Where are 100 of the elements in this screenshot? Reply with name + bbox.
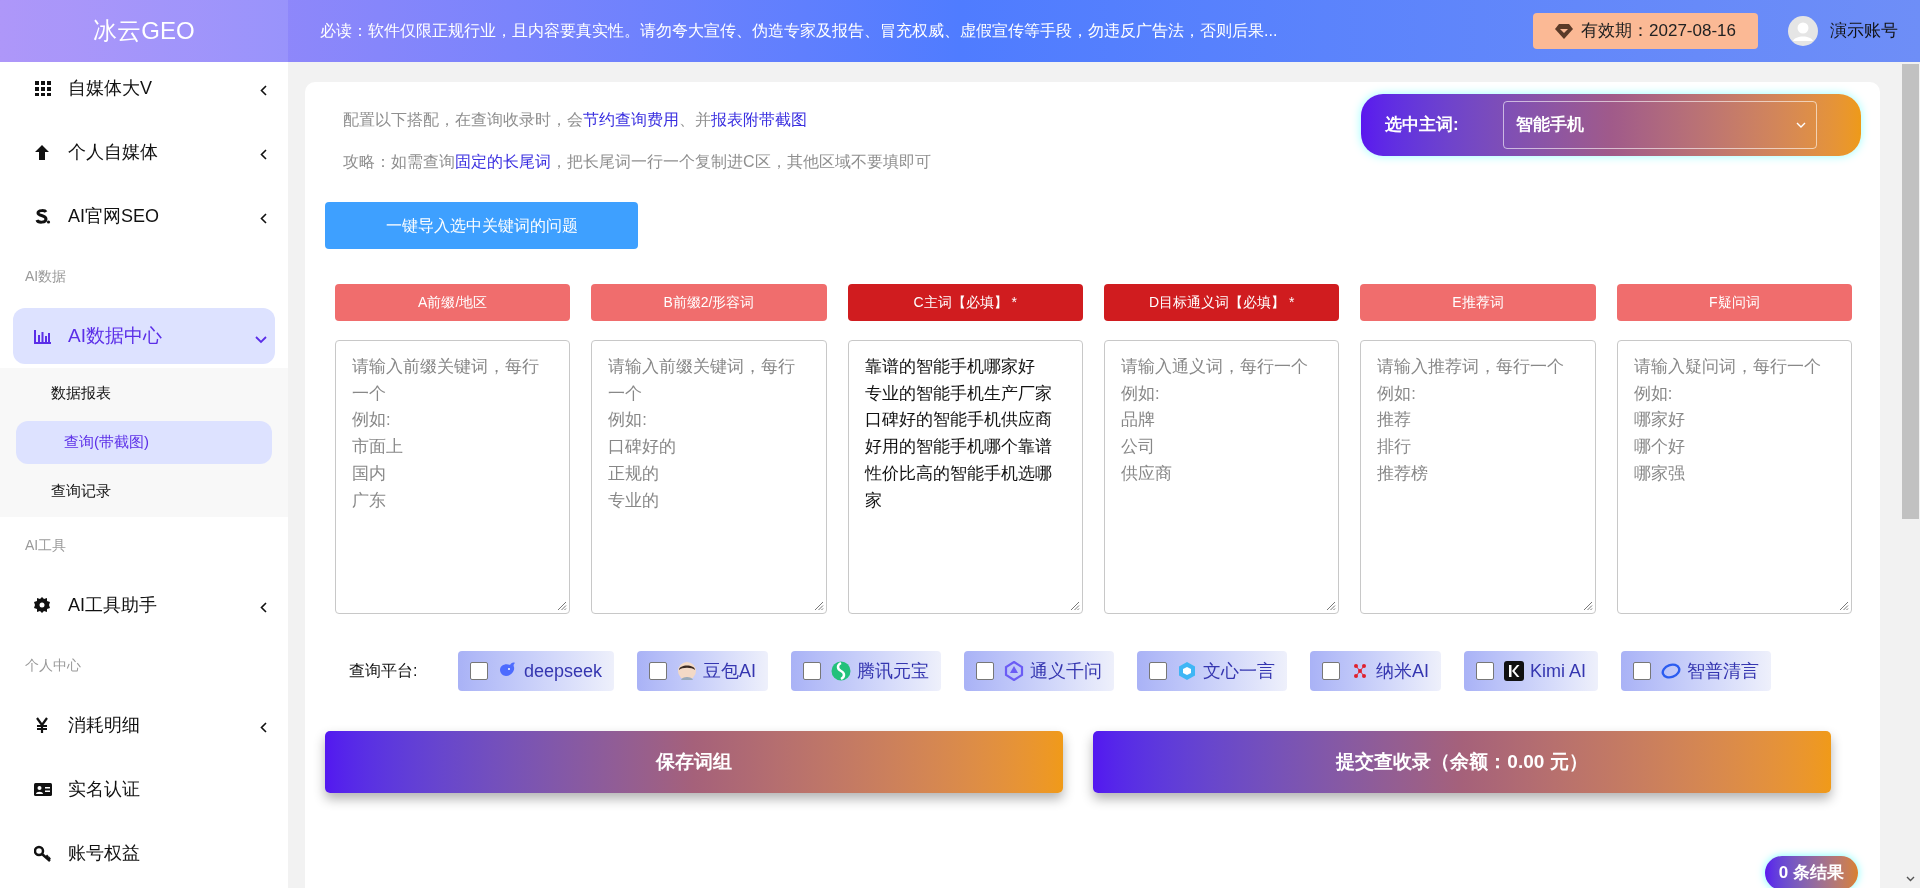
checkbox[interactable] xyxy=(649,662,668,680)
entry-text: 专业的智能手机生产厂家 xyxy=(864,382,1053,404)
checkbox[interactable] xyxy=(803,662,822,680)
placeholder-text: 例如: xyxy=(1633,382,1674,404)
text-link[interactable]: 报表附带截图 xyxy=(711,111,807,128)
resize-handle-icon xyxy=(1326,601,1337,611)
placeholder-text: 国内 xyxy=(352,462,387,484)
checkbox[interactable] xyxy=(1633,662,1652,680)
text-input-area[interactable]: 请输入疑问词，每行一个 例如: 哪家好 哪个好 哪家强 xyxy=(1616,340,1852,614)
grid-icon xyxy=(34,79,52,97)
submit-button[interactable]: 提交查收录（余额：0.00 元） xyxy=(1093,731,1831,793)
avatar-icon xyxy=(677,661,698,681)
chevron-left-icon xyxy=(260,601,267,613)
text-input-area[interactable]: 请输入推荐词，每行一个 例如: 推荐 排行 推荐榜 xyxy=(1360,340,1596,614)
placeholder-text: 请输入推荐词，每行一个 xyxy=(1377,356,1566,377)
entry-text: 靠谱的智能手机哪家好 xyxy=(864,356,1036,377)
chevron-left-icon xyxy=(260,148,267,160)
platform-option[interactable]: 腾讯元宝 xyxy=(791,651,942,691)
placeholder-text: 推荐 xyxy=(1377,409,1413,431)
section-heading: AI工具 xyxy=(24,535,68,555)
checkbox[interactable] xyxy=(470,662,488,680)
placeholder-text: 哪个好 xyxy=(1633,436,1686,458)
placeholder-text: 例如: xyxy=(608,409,648,431)
submenu-item[interactable]: 查询记录 xyxy=(16,470,272,513)
expiry-badge: 有效期：2027-08-16 xyxy=(1533,13,1758,49)
platform-option[interactable]: 文心一言 xyxy=(1137,651,1288,691)
sidebar-item[interactable]: 账号权益 xyxy=(13,825,275,881)
key-icon xyxy=(34,844,52,862)
placeholder-text: 品牌 xyxy=(1121,409,1156,431)
platform-option[interactable]: 通义千问 xyxy=(964,651,1115,691)
placeholder-text: 口碑好的 xyxy=(608,436,678,458)
platform-option[interactable]: 纳米AI xyxy=(1310,651,1442,691)
checkbox[interactable] xyxy=(1149,662,1168,680)
entry-text: 性价比高的智能手机选哪家 xyxy=(864,462,1053,511)
keyword-dropdown[interactable]: 智能手机 xyxy=(1503,101,1817,149)
placeholder-text: 推荐榜 xyxy=(1377,462,1430,484)
sidebar-item[interactable]: 自媒体大V xyxy=(13,62,275,116)
gear-icon xyxy=(34,596,52,614)
arrow-up-icon xyxy=(34,143,52,161)
placeholder-text: 哪家好 xyxy=(1633,409,1686,431)
platform-option[interactable]: deepseek xyxy=(458,651,615,691)
sidebar-item[interactable]: AI数据中心 xyxy=(13,308,275,364)
scroll-down-icon xyxy=(1905,876,1915,882)
sidebar-item[interactable]: 实名认证 xyxy=(13,761,275,817)
sidebar-item[interactable]: AI官网SEO xyxy=(13,188,275,244)
checkbox[interactable] xyxy=(1476,662,1495,680)
cube-icon xyxy=(1177,661,1198,681)
sidebar-item[interactable]: 个人自媒体 xyxy=(13,124,275,180)
placeholder-text: 公司 xyxy=(1121,436,1156,458)
resize-handle-icon xyxy=(1070,601,1080,611)
column-header: E推荐词 xyxy=(1360,284,1596,321)
placeholder-text: 排行 xyxy=(1377,436,1413,458)
placeholder-text: 正规的 xyxy=(608,462,661,484)
avatar-icon xyxy=(1788,16,1818,46)
placeholder-text: 供应商 xyxy=(1121,462,1173,484)
s-logo-icon xyxy=(34,207,52,225)
sidebar-item[interactable]: AI工具助手 xyxy=(13,577,275,633)
chevron-down-icon xyxy=(1796,122,1806,128)
diamond-icon xyxy=(1555,23,1574,39)
placeholder-text: 请输入前缀关键词，每行一个 xyxy=(608,356,797,404)
star-hexagon-icon xyxy=(1004,661,1025,681)
placeholder-text: 请输入疑问词，每行一个 xyxy=(1633,356,1822,377)
column-header: C主词【必填】 * xyxy=(847,284,1083,321)
entry-text: 好用的智能手机哪个靠谱 xyxy=(864,436,1053,458)
text-input-area[interactable]: 请输入前缀关键词，每行一个 例如: 口碑好的 正规的 专业的 xyxy=(591,340,827,614)
submenu-item[interactable]: 查询(带截图) xyxy=(16,421,272,464)
placeholder-text: 专业的 xyxy=(608,489,661,511)
platform-label: 查询平台: xyxy=(349,661,419,681)
placeholder-text: 请输入前缀关键词，每行一个 xyxy=(352,356,540,404)
resize-handle-icon xyxy=(1839,601,1849,611)
text-input-area[interactable]: 请输入通义词，每行一个 例如: 品牌 公司 供应商 xyxy=(1104,340,1340,614)
checkbox[interactable] xyxy=(1322,662,1341,680)
id-card-icon xyxy=(34,780,52,798)
notice-text: 必读：软件仅限正规行业，且内容要真实性。请勿夸大宣传、伪造专家及报告、冒充权威、虚假宣传等手段，勿违反广告法，否则后果... xyxy=(320,21,1278,41)
platform-option[interactable]: 智普清言 xyxy=(1621,651,1772,691)
entry-text: 口碑好的智能手机供应商 xyxy=(864,409,1053,431)
submenu-item[interactable]: 数据报表 xyxy=(16,372,272,415)
placeholder-text: 请输入通义词，每行一个 xyxy=(1121,356,1309,377)
text-input-area[interactable]: 靠谱的智能手机哪家好 专业的智能手机生产厂家 口碑好的智能手机供应商 好用的智能手机哪个靠谱 性价比高的智能手机选哪家 xyxy=(847,340,1083,614)
selector-label: 选中主词: xyxy=(1385,114,1460,137)
checkbox[interactable] xyxy=(976,662,995,680)
results-badge: 0 条结果 xyxy=(1764,856,1858,888)
save-button[interactable]: 保存词组 xyxy=(325,731,1063,793)
text-input-area[interactable]: 请输入前缀关键词，每行一个 例如: 市面上 国内 广东 xyxy=(335,340,571,614)
text-link[interactable]: 固定的长尾词 xyxy=(455,153,551,170)
intro-text: 攻略：如需查询固定的长尾词，把长尾词一行一个复制进C区，其他区域不要填即可 xyxy=(343,152,932,172)
platform-option[interactable]: Kimi AI xyxy=(1464,651,1599,691)
scrollbar-thumb[interactable] xyxy=(1901,64,1919,519)
chevron-left-icon xyxy=(260,84,267,96)
sidebar-item[interactable]: 消耗明细 xyxy=(13,697,275,753)
section-heading: 个人中心 xyxy=(24,655,82,675)
k-square-icon xyxy=(1504,661,1525,681)
bar-chart-icon xyxy=(34,327,52,345)
chevron-down-icon xyxy=(255,336,267,344)
text-link[interactable]: 节约查询费用 xyxy=(583,111,679,128)
platform-option[interactable]: 豆包AI xyxy=(637,651,769,691)
user-name[interactable]: 演示账号 xyxy=(1830,18,1898,44)
section-heading: AI数据 xyxy=(24,266,68,286)
placeholder-text: 例如: xyxy=(1377,382,1417,404)
resize-handle-icon xyxy=(1582,601,1593,611)
